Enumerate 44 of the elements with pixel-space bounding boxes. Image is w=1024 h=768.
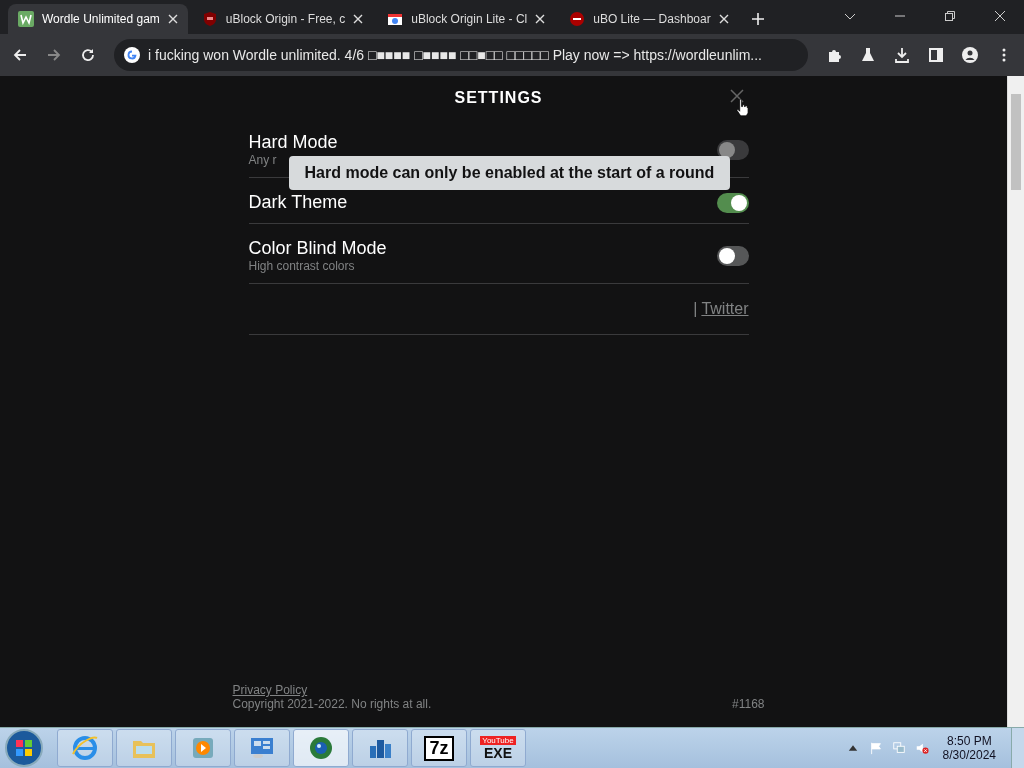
globe-icon bbox=[307, 734, 335, 762]
tab-title: Wordle Unlimited gam bbox=[42, 12, 160, 26]
taskbar-button[interactable]: 7z bbox=[411, 729, 467, 767]
browser-tab[interactable]: Wordle Unlimited gam bbox=[8, 4, 188, 34]
setting-description: High contrast colors bbox=[248, 259, 356, 273]
browser-tab[interactable]: uBlock Origin Lite - Cl bbox=[377, 4, 556, 34]
muted-speaker-icon[interactable] bbox=[914, 741, 929, 755]
setting-description: Any r bbox=[248, 153, 278, 167]
minus-circle-icon bbox=[569, 11, 586, 27]
settings-title: SETTINGS bbox=[454, 89, 543, 107]
store-icon bbox=[387, 11, 404, 27]
shield-icon bbox=[201, 11, 218, 27]
browser-tab[interactable]: uBO Lite — Dashboar bbox=[559, 4, 739, 34]
date: 8/30/2024 bbox=[942, 748, 996, 762]
tab-title: uBlock Origin Lite - Cl bbox=[411, 12, 528, 26]
tab-title: uBlock Origin - Free, c bbox=[225, 12, 346, 26]
google-g-icon bbox=[124, 47, 140, 63]
taskbar-button[interactable] bbox=[352, 729, 408, 767]
taskbar-button[interactable] bbox=[234, 729, 290, 767]
separator: | bbox=[693, 300, 698, 318]
toggle-switch[interactable] bbox=[716, 245, 749, 266]
clock[interactable]: 8:50 PM 8/30/2024 bbox=[942, 734, 996, 762]
copyright-text: Copyright 2021-2022. No rights at all. bbox=[232, 697, 432, 711]
scrollbar[interactable] bbox=[1007, 76, 1024, 727]
taskbar-button[interactable]: YouTube EXE bbox=[470, 729, 526, 767]
tooltip: Hard mode can only be enabled at the start of a round bbox=[288, 156, 731, 190]
new-tab-icon[interactable] bbox=[750, 12, 765, 26]
setting-label: Dark Theme bbox=[248, 192, 348, 213]
toggle-switch[interactable] bbox=[716, 192, 749, 213]
game-number: #1168 bbox=[732, 697, 765, 711]
setting-label: Hard Mode bbox=[248, 132, 338, 153]
taskbar-button[interactable] bbox=[293, 729, 349, 767]
address-bar[interactable]: i fucking won Wordle unlimited. 4/6 □■■■■ □■■■■ □□■□□ □□□□□ Play now => https://wordleunlim... bbox=[114, 39, 808, 71]
w-letter-icon bbox=[18, 11, 34, 27]
e-logo-icon bbox=[71, 734, 99, 762]
twitter-link[interactable]: Twitter bbox=[701, 300, 749, 318]
tab-title: uBO Lite — Dashboar bbox=[593, 12, 711, 26]
start-button[interactable] bbox=[4, 728, 44, 768]
hand-cursor-icon bbox=[735, 98, 749, 117]
privacy-policy-link[interactable]: Privacy Policy bbox=[232, 683, 432, 697]
restore-icon[interactable] bbox=[944, 10, 956, 22]
setting-label: Color Blind Mode bbox=[248, 238, 387, 259]
browser-tab[interactable]: uBlock Origin - Free, c bbox=[191, 4, 374, 34]
time: 8:50 PM bbox=[946, 734, 992, 748]
